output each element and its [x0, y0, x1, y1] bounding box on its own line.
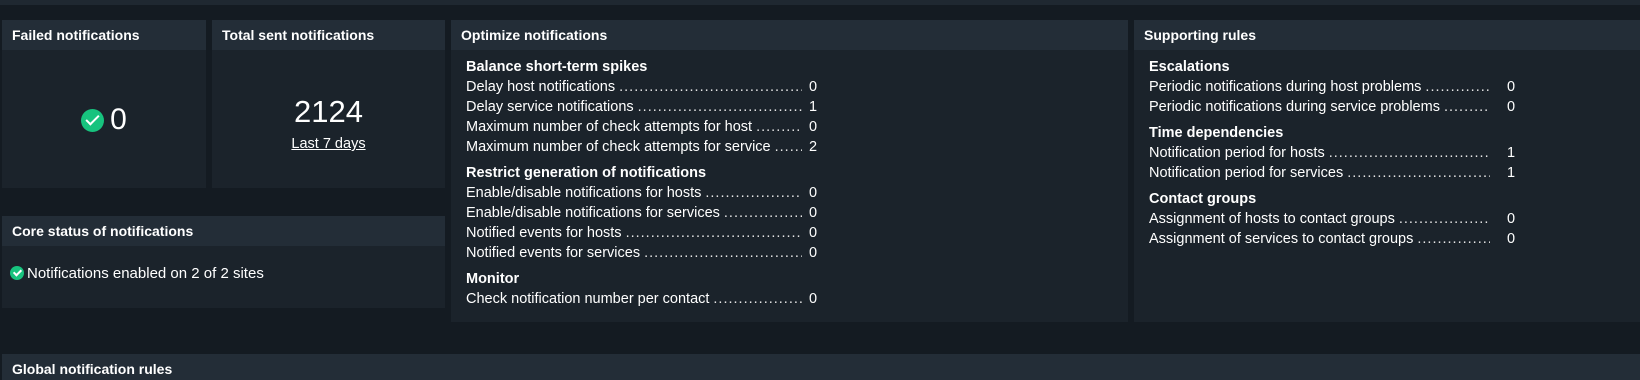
leader-dots: ........................................…: [723, 205, 802, 221]
core-status-panel: Core status of notifications Notificatio…: [2, 216, 445, 308]
core-status-text: Notifications enabled on 2 of 2 sites: [27, 264, 264, 282]
row-value-link[interactable]: 1: [1507, 163, 1515, 183]
list-item: Periodic notifications during host probl…: [1149, 77, 1629, 97]
leader-dots: ........................................…: [619, 79, 802, 95]
core-status-title: Core status of notifications: [2, 216, 445, 246]
row-label: Delay host notifications: [466, 79, 616, 95]
row-label: Notified events for hosts: [466, 225, 622, 241]
row-value-link[interactable]: 0: [809, 117, 817, 137]
row-value-link[interactable]: 0: [809, 77, 817, 97]
leader-dots: ........................................…: [625, 225, 802, 241]
leader-dots: ........................................…: [1328, 145, 1490, 161]
row-label: Periodic notifications during host probl…: [1149, 79, 1422, 95]
row-label: Check notification number per contact: [466, 291, 710, 307]
list-item: Assignment of services to contact groups…: [1149, 229, 1629, 249]
leader-dots: ........................................…: [1443, 99, 1490, 115]
list-item: Assignment of hosts to contact groups...…: [1149, 209, 1629, 229]
leader-dots: ........................................…: [705, 185, 802, 201]
list-item: Notification period for hosts...........…: [1149, 143, 1629, 163]
section-title: Time dependencies: [1149, 125, 1284, 141]
list-item: Maximum number of check attempts for hos…: [466, 117, 1116, 137]
row-label: Periodic notifications during service pr…: [1149, 99, 1440, 115]
leader-dots: ........................................…: [713, 291, 802, 307]
optimize-notifications-panel: Optimize notifications Balance short-ter…: [451, 20, 1128, 322]
optimize-sections: Balance short-term spikes Delay host not…: [466, 58, 1116, 316]
section-escalations: Escalations Periodic notifications durin…: [1149, 58, 1629, 117]
row-label: Assignment of hosts to contact groups: [1149, 211, 1395, 227]
section-time-dependencies: Time dependencies Notification period fo…: [1149, 124, 1629, 183]
top-bar: [0, 0, 1640, 5]
leader-dots: ........................................…: [637, 99, 802, 115]
list-item: Periodic notifications during service pr…: [1149, 97, 1629, 117]
row-value-link[interactable]: 1: [809, 97, 817, 117]
row-label: Notification period for services: [1149, 165, 1344, 181]
supporting-sections: Escalations Periodic notifications durin…: [1149, 58, 1629, 256]
global-notification-rules-panel: Global notification rules: [2, 354, 1640, 380]
list-item: Enable/disable notifications for hosts..…: [466, 183, 1116, 203]
section-balance-spikes: Balance short-term spikes Delay host not…: [466, 58, 1116, 157]
optimize-notifications-title: Optimize notifications: [451, 20, 1128, 50]
row-value-link[interactable]: 0: [1507, 229, 1515, 249]
row-value-link[interactable]: 0: [809, 223, 817, 243]
ok-check-icon: [10, 266, 24, 281]
section-title: Balance short-term spikes: [466, 59, 648, 75]
leader-dots: ........................................…: [1398, 211, 1490, 227]
row-value-link[interactable]: 0: [1507, 77, 1515, 97]
leader-dots: ........................................…: [1347, 165, 1490, 181]
list-item: Delay service notifications.............…: [466, 97, 1116, 117]
list-item: Delay host notifications................…: [466, 77, 1116, 97]
row-value-link[interactable]: 0: [809, 203, 817, 223]
supporting-rules-panel: Supporting rules Escalations Periodic no…: [1134, 20, 1640, 322]
row-value-link[interactable]: 0: [809, 243, 817, 263]
total-sent-title: Total sent notifications: [212, 20, 445, 50]
ok-check-icon: [81, 108, 105, 132]
row-label: Enable/disable notifications for service…: [466, 205, 720, 221]
row-label: Notification period for hosts: [1149, 145, 1325, 161]
section-title: Escalations: [1149, 59, 1230, 75]
last-7-days-link[interactable]: Last 7 days: [212, 136, 445, 152]
row-label: Delay service notifications: [466, 99, 634, 115]
section-monitor: Monitor Check notification number per co…: [466, 270, 1116, 309]
failed-notifications-value-wrap[interactable]: 0: [2, 103, 206, 137]
leader-dots: ........................................…: [1425, 79, 1490, 95]
section-title: Contact groups: [1149, 191, 1257, 207]
failed-notifications-panel: Failed notifications 0: [2, 20, 206, 188]
leader-dots: ........................................…: [756, 119, 802, 135]
row-value-link[interactable]: 0: [1507, 209, 1515, 229]
section-title: Monitor: [466, 271, 520, 287]
leader-dots: ........................................…: [644, 245, 802, 261]
section-contact-groups: Contact groups Assignment of hosts to co…: [1149, 190, 1629, 249]
row-value-link[interactable]: 1: [1507, 143, 1515, 163]
total-sent-panel: Total sent notifications 2124 Last 7 day…: [212, 20, 445, 188]
row-label: Maximum number of check attempts for hos…: [466, 119, 753, 135]
row-value-link[interactable]: 0: [809, 183, 817, 203]
row-value-link[interactable]: 2: [809, 137, 817, 157]
row-label: Enable/disable notifications for hosts: [466, 185, 702, 201]
failed-notifications-count[interactable]: 0: [110, 103, 127, 136]
list-item: Enable/disable notifications for service…: [466, 203, 1116, 223]
global-notification-rules-title: Global notification rules: [2, 354, 1640, 380]
failed-notifications-title: Failed notifications: [2, 20, 206, 50]
row-value-link[interactable]: 0: [809, 289, 817, 309]
list-item: Maximum number of check attempts for ser…: [466, 137, 1116, 157]
total-sent-count: 2124: [294, 94, 363, 129]
row-label: Notified events for services: [466, 245, 641, 261]
row-label: Maximum number of check attempts for ser…: [466, 139, 771, 155]
core-status-line: Notifications enabled on 2 of 2 sites: [10, 264, 264, 282]
leader-dots: ........................................…: [1417, 231, 1490, 247]
row-value-link[interactable]: 0: [1507, 97, 1515, 117]
list-item: Notification period for services........…: [1149, 163, 1629, 183]
list-item: Notified events for hosts...............…: [466, 223, 1116, 243]
supporting-rules-title: Supporting rules: [1134, 20, 1640, 50]
leader-dots: ........................................…: [774, 139, 802, 155]
list-item: Notified events for services............…: [466, 243, 1116, 263]
list-item: Check notification number per contact...…: [466, 289, 1116, 309]
row-label: Assignment of services to contact groups: [1149, 231, 1414, 247]
section-restrict-generation: Restrict generation of notifications Ena…: [466, 164, 1116, 263]
section-title: Restrict generation of notifications: [466, 165, 707, 181]
